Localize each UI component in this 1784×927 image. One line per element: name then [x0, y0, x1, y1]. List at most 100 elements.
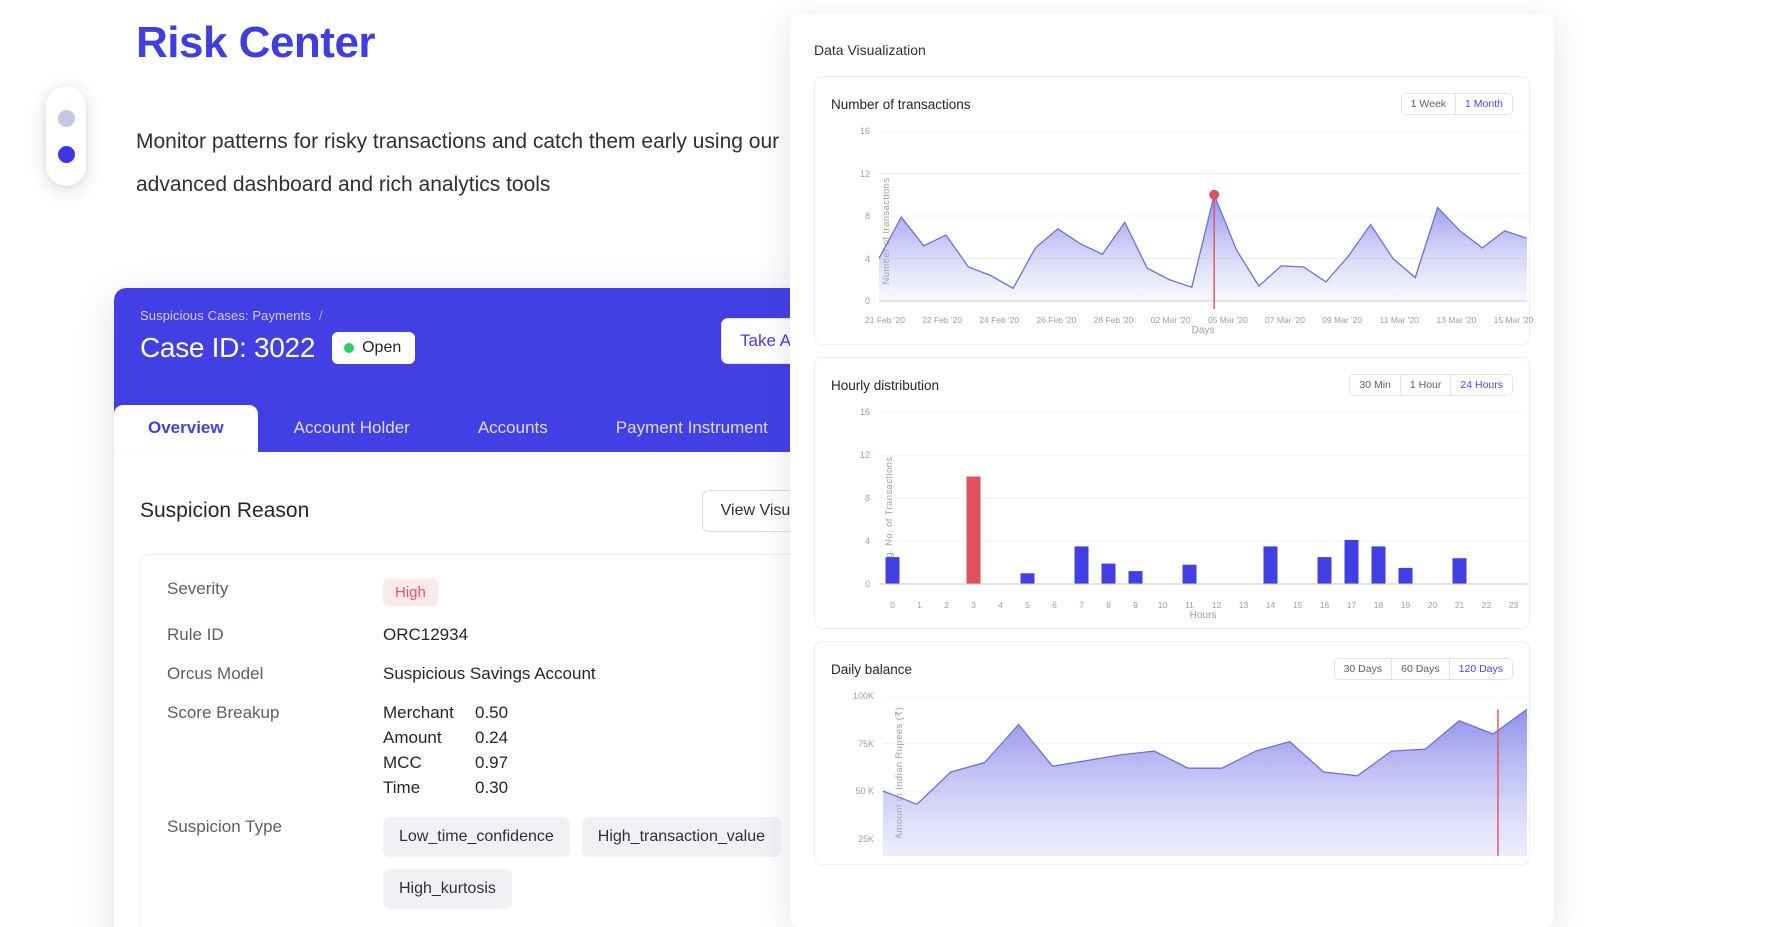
x-tick-label: 18: [1373, 600, 1384, 610]
case-detail-card: Suspicious Cases: Payments / Case ID: 302…: [114, 288, 894, 927]
chart-header: Number of transactions 1 Week 1 Month: [831, 93, 1513, 115]
viz-panel-title: Data Visualization: [814, 42, 926, 58]
detail-row-severity: Severity High: [167, 579, 867, 606]
y-tick-label: 0: [864, 579, 870, 589]
score-value: 0.97: [475, 753, 509, 772]
chart-header: Daily balance 30 Days 60 Days 120 Days: [831, 658, 1513, 680]
x-tick-label: 17: [1346, 600, 1357, 610]
x-tick-label: 19: [1400, 600, 1411, 610]
case-id-title: Case ID: 3022: [140, 332, 316, 363]
tab-overview[interactable]: Overview: [114, 405, 258, 452]
y-tick-label: 4: [864, 536, 870, 546]
detail-value: Suspicious Savings Account: [383, 664, 596, 683]
suspicion-tag[interactable]: High_kurtosis: [383, 869, 512, 909]
app-root: Risk Center Monitor patterns for risky t…: [0, 0, 1784, 927]
tab-account-holder-label: Account Holder: [293, 418, 410, 437]
chart-card-daily-balance: Daily balance 30 Days 60 Days 120 Days A…: [814, 641, 1530, 865]
carousel-dot-2[interactable]: [57, 145, 75, 163]
x-tick-label: 6: [1052, 600, 1057, 610]
x-tick-label: 2: [944, 600, 949, 610]
y-tick-label: 8: [864, 493, 870, 503]
tab-account-holder[interactable]: Account Holder: [294, 418, 410, 452]
suspicion-detail-box: Severity High Rule ID ORC12934 Orcus Mod…: [140, 554, 868, 927]
x-tick-label: 02 Mar '20: [1150, 315, 1191, 325]
x-tick-label: 12: [1211, 600, 1222, 610]
tab-payment-instrument[interactable]: Payment Instrument: [616, 418, 768, 452]
x-tick-label: 13 Mar '20: [1436, 315, 1477, 325]
range-option-30-days[interactable]: 30 Days: [1334, 659, 1393, 679]
tab-accounts[interactable]: Accounts: [478, 418, 548, 452]
case-header: Suspicious Cases: Payments / Case ID: 302…: [114, 288, 894, 406]
chart-plot-transactions: Number of transactions 0 4 8 12 16 21 Feb '2…: [831, 123, 1534, 338]
score-name: Time: [383, 778, 421, 797]
breadcrumb-separator: /: [318, 308, 323, 323]
chart-title: Number of transactions: [831, 96, 971, 112]
suspicion-tag[interactable]: High_transaction_value: [581, 817, 781, 857]
x-tick-label: 7: [1079, 600, 1084, 610]
chart-title: Hourly distribution: [831, 377, 940, 393]
y-tick-label: 4: [864, 253, 870, 264]
detail-row-rule-id: Rule ID ORC12934: [167, 625, 867, 645]
page-subtitle: Monitor patterns for risky transactions …: [136, 130, 780, 196]
range-option-1-hour[interactable]: 1 Hour: [1400, 375, 1452, 395]
y-tick-label: 12: [859, 450, 870, 460]
range-option-30-min[interactable]: 30 Min: [1350, 375, 1401, 395]
x-tick-label: 21: [1454, 600, 1465, 610]
x-tick-label: 16: [1319, 600, 1330, 610]
x-tick-label: 4: [998, 600, 1003, 610]
detail-row-orcus-model: Orcus Model Suspicious Savings Account: [167, 664, 867, 684]
case-tabs: Overview Account Holder Accounts Payment…: [114, 405, 894, 452]
range-selector-hourly: 30 Min 1 Hour 24 Hours: [1349, 374, 1513, 396]
x-tick-label: 9: [1133, 600, 1138, 610]
severity-badge: High: [383, 579, 438, 606]
chart-svg-daily-balance: [883, 696, 1527, 856]
x-tick-label: 24 Feb '20: [979, 315, 1020, 325]
y-tick-label: 16: [859, 407, 870, 417]
score-breakup-grid: Merchant 0.50 Amount 0.24 MCC 0.97 Time …: [383, 703, 508, 798]
x-tick-label: 22 Feb '20: [922, 315, 963, 325]
chart-svg-hourly: [879, 412, 1527, 585]
x-tick-label: 11: [1185, 600, 1194, 610]
range-option-120-days[interactable]: 120 Days: [1449, 659, 1512, 679]
carousel-dot-nav[interactable]: [46, 86, 86, 186]
detail-label: Score Breakup: [167, 703, 280, 722]
x-tick-label: 15: [1292, 600, 1303, 610]
x-tick-label: 26 Feb '20: [1036, 315, 1077, 325]
range-selector-daily-balance: 30 Days 60 Days 120 Days: [1333, 658, 1513, 680]
y-tick-label: 50 K: [855, 786, 874, 796]
x-tick-label: 1: [917, 600, 922, 610]
range-selector-transactions: 1 Week 1 Month: [1400, 93, 1513, 115]
score-value: 0.30: [475, 778, 509, 797]
range-option-24-hours[interactable]: 24 Hours: [1451, 375, 1512, 395]
range-option-1-month[interactable]: 1 Month: [1456, 94, 1512, 114]
x-tick-label: 20: [1427, 600, 1438, 610]
x-tick-label: 13: [1238, 600, 1249, 610]
y-tick-label: 12: [859, 168, 870, 179]
x-tick-label: 3: [971, 600, 976, 610]
chart-plot-daily-balance: Amount in Indian Rupees (₹) 100K 75K 50 K2…: [831, 688, 1527, 858]
x-tick-label: 14: [1265, 600, 1276, 610]
chart-title: Daily balance: [831, 661, 913, 677]
range-option-1-week[interactable]: 1 Week: [1401, 94, 1457, 114]
detail-label: Suspicion Type: [167, 817, 282, 836]
chart-card-hourly: Hourly distribution 30 Min 1 Hour 24 Hou…: [814, 357, 1530, 629]
detail-label: Orcus Model: [167, 664, 264, 683]
suspicion-tag[interactable]: Low_time_confidence: [383, 817, 570, 857]
detail-value: ORC12934: [383, 625, 469, 644]
status-badge: Open: [332, 332, 416, 364]
page-title: Risk Center: [136, 18, 376, 67]
x-tick-label: 23: [1508, 600, 1519, 610]
x-tick-label: 28 Feb '20: [1093, 315, 1134, 325]
chart-header: Hourly distribution 30 Min 1 Hour 24 Hou…: [831, 374, 1513, 396]
x-tick-label: 09 Mar '20: [1322, 315, 1363, 325]
section-title: Suspicion Reason: [140, 499, 310, 522]
range-option-60-days[interactable]: 60 Days: [1392, 659, 1450, 679]
x-tick-label: 11 Mar '20: [1379, 315, 1419, 325]
tab-accounts-label: Accounts: [477, 418, 548, 437]
carousel-dot-1[interactable]: [57, 109, 75, 127]
breadcrumb-label[interactable]: Suspicious Cases: Payments: [140, 308, 311, 323]
chart-svg-transactions: [879, 131, 1527, 309]
y-tick-label: 0: [864, 296, 870, 306]
suspicion-reason-header: Suspicion Reason View Visualization: [114, 452, 894, 532]
y-tick-label: 25K: [857, 833, 874, 844]
